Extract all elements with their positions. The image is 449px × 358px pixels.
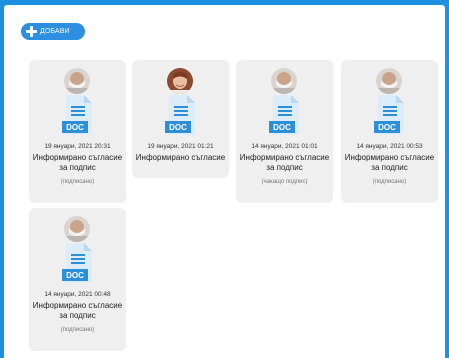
avatar [64, 68, 90, 94]
card-date: 14 януари, 2021 00:53 [356, 143, 423, 150]
avatar [271, 68, 297, 94]
content-panel: ДОБАВИ DOC 19 януари, 2021 20:31 Информи… [4, 5, 445, 358]
card-title: Информирано съгласие за подпис [32, 153, 123, 172]
doc-file-icon: DOC [165, 95, 197, 137]
document-card[interactable]: DOC 19 януари, 2021 20:31 Информирано съ… [29, 60, 126, 203]
add-button[interactable]: ДОБАВИ [21, 23, 85, 40]
card-title: Информирано съгласие за подпис [32, 301, 123, 320]
doc-file-icon: DOC [62, 243, 94, 285]
document-card[interactable]: DOC 14 януари, 2021 01:01 Информирано съ… [236, 60, 333, 203]
doc-file-icon: DOC [62, 95, 94, 137]
card-status: (подписано) [60, 179, 95, 185]
doc-label: DOC [66, 123, 84, 132]
doc-file-icon: DOC [374, 95, 406, 137]
card-date: 19 януари, 2021 01:21 [147, 143, 214, 150]
card-date: 14 януари, 2021 01:01 [251, 143, 318, 150]
card-title: Информирано съгласие за подпис [239, 153, 330, 172]
doc-label: DOC [378, 123, 396, 132]
add-button-label: ДОБАВИ [40, 28, 70, 35]
card-title: Информирано съгласие [135, 153, 226, 162]
doc-label: DOC [169, 123, 187, 132]
plus-icon [26, 26, 37, 37]
doc-label: DOC [273, 123, 291, 132]
card-status: (подписано) [372, 179, 407, 185]
avatar [64, 216, 90, 242]
card-status: (подписано) [60, 327, 95, 333]
avatar [167, 68, 193, 94]
card-date: 19 януари, 2021 20:31 [44, 143, 111, 150]
doc-label: DOC [66, 271, 84, 280]
avatar [376, 68, 402, 94]
document-card[interactable]: DOC 14 януари, 2021 00:48 Информирано съ… [29, 208, 126, 351]
card-date: 14 януари, 2021 00:48 [44, 291, 111, 298]
document-card[interactable]: DOC 14 януари, 2021 00:53 Информирано съ… [341, 60, 438, 203]
card-status: (чакащо подпис) [261, 179, 308, 185]
doc-file-icon: DOC [269, 95, 301, 137]
document-card[interactable]: DOC 19 януари, 2021 01:21 Информирано съ… [132, 60, 229, 178]
card-title: Информирано съгласие за подпис [344, 153, 435, 172]
